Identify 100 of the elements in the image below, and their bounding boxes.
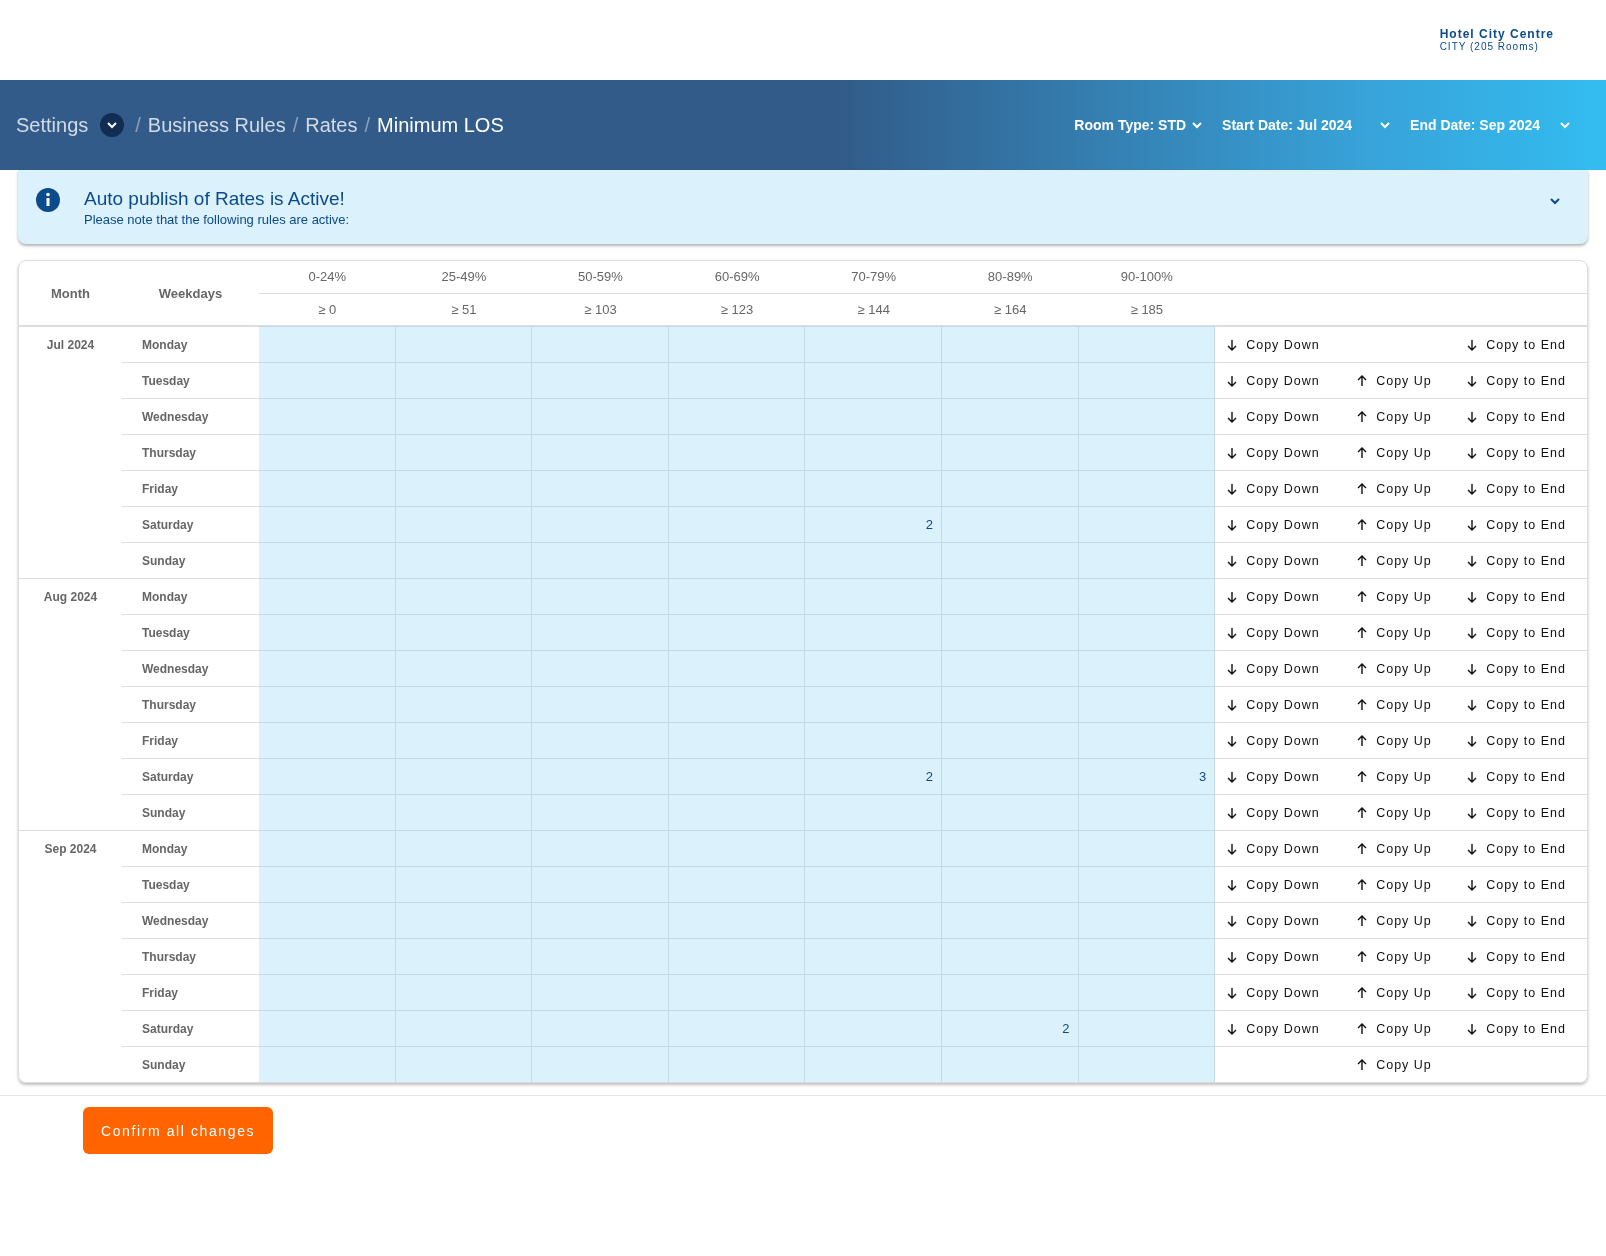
copy-button[interactable]: Copy Down [1227, 625, 1358, 640]
rule-input-cell[interactable] [259, 902, 396, 938]
rule-input-cell[interactable] [1078, 686, 1216, 722]
rule-input-cell[interactable] [259, 686, 396, 722]
copy-button[interactable]: Copy to End [1467, 445, 1566, 460]
breadcrumb-link[interactable]: Rates [305, 113, 358, 137]
copy-button[interactable]: Copy Up [1357, 841, 1468, 856]
rule-input-cell[interactable] [259, 794, 396, 830]
copy-button[interactable]: Copy to End [1467, 625, 1566, 640]
copy-button[interactable]: Copy Down [1227, 337, 1358, 352]
filter-dropdown[interactable]: Room Type: STD [1074, 117, 1205, 133]
rule-input-cell[interactable] [668, 1046, 806, 1082]
copy-button[interactable]: Copy Down [1227, 481, 1358, 496]
copy-button[interactable]: Copy to End [1467, 409, 1566, 424]
rule-input-cell[interactable] [1078, 938, 1216, 974]
copy-button[interactable]: Copy to End [1467, 985, 1566, 1000]
copy-button[interactable]: Copy Up [1357, 697, 1468, 712]
copy-button[interactable]: Copy Down [1227, 841, 1358, 856]
rule-input-cell[interactable]: 2 [805, 506, 942, 542]
copy-button[interactable]: Copy Down [1227, 589, 1358, 604]
rule-input-cell[interactable] [1078, 506, 1216, 542]
copy-button[interactable]: Copy Up [1357, 625, 1468, 640]
copy-button[interactable]: Copy Up [1357, 805, 1468, 820]
copy-button[interactable]: Copy Up [1357, 373, 1468, 388]
rule-input-cell[interactable] [1078, 578, 1216, 614]
rule-input-cell[interactable]: 3 [1078, 758, 1216, 794]
copy-button[interactable]: Copy Down [1227, 805, 1358, 820]
copy-button[interactable]: Copy Up [1357, 985, 1468, 1000]
rule-input-cell[interactable] [1078, 902, 1216, 938]
copy-button[interactable]: Copy Up [1357, 877, 1468, 892]
copy-button[interactable]: Copy to End [1467, 481, 1566, 496]
rule-input-cell[interactable] [1078, 542, 1216, 578]
rule-input-cell[interactable] [395, 1046, 533, 1082]
rule-input-cell[interactable] [259, 434, 396, 470]
rule-input-cell[interactable] [259, 542, 396, 578]
rule-input-cell[interactable] [259, 506, 396, 542]
rule-input-cell[interactable] [1078, 722, 1216, 758]
copy-button[interactable]: Copy Up [1357, 517, 1468, 532]
copy-button[interactable]: Copy to End [1467, 517, 1566, 532]
rule-input-cell[interactable] [1078, 470, 1216, 506]
copy-button[interactable]: Copy Down [1227, 409, 1358, 424]
breadcrumb-link[interactable]: Business Rules [147, 113, 286, 137]
copy-button[interactable]: Copy to End [1467, 913, 1566, 928]
rule-input-cell[interactable] [1078, 1010, 1216, 1046]
copy-button[interactable]: Copy Down [1227, 913, 1358, 928]
copy-button[interactable]: Copy Down [1227, 769, 1358, 784]
breadcrumb-link[interactable]: Settings [16, 113, 89, 137]
copy-button[interactable]: Copy Down [1227, 733, 1358, 748]
rule-input-cell[interactable]: 2 [941, 1010, 1079, 1046]
rule-input-cell[interactable] [1078, 650, 1216, 686]
copy-button[interactable]: Copy Up [1357, 949, 1468, 964]
rule-input-cell[interactable] [259, 578, 396, 614]
copy-button[interactable]: Copy Up [1357, 733, 1468, 748]
rule-input-cell[interactable] [1078, 434, 1216, 470]
copy-button[interactable]: Copy Down [1227, 949, 1358, 964]
rule-input-cell[interactable] [1078, 830, 1216, 866]
rule-input-cell[interactable] [259, 362, 396, 398]
copy-button[interactable]: Copy to End [1467, 877, 1566, 892]
copy-button[interactable]: Copy to End [1467, 949, 1566, 964]
rule-input-cell[interactable] [941, 326, 1079, 362]
rule-input-cell[interactable] [1078, 794, 1216, 830]
rule-input-cell[interactable] [259, 650, 396, 686]
copy-button[interactable]: Copy Down [1227, 553, 1358, 568]
copy-button[interactable]: Copy Up [1357, 589, 1468, 604]
rule-input-cell[interactable] [259, 470, 396, 506]
rule-input-cell[interactable] [1078, 974, 1216, 1010]
copy-button[interactable]: Copy Down [1227, 985, 1358, 1000]
rule-input-cell[interactable] [259, 722, 396, 758]
rule-input-cell[interactable] [259, 866, 396, 902]
rule-input-cell[interactable] [259, 938, 396, 974]
rule-input-cell[interactable] [532, 326, 669, 362]
rule-input-cell[interactable] [259, 1046, 396, 1082]
rule-input-cell[interactable] [668, 326, 806, 362]
rule-input-cell[interactable] [259, 830, 396, 866]
rule-input-cell[interactable] [395, 326, 533, 362]
copy-button[interactable]: Copy to End [1467, 373, 1566, 388]
copy-button[interactable]: Copy to End [1467, 841, 1566, 856]
copy-button[interactable]: Copy Up [1357, 409, 1468, 424]
copy-button[interactable]: Copy Up [1357, 481, 1468, 496]
copy-button[interactable]: Copy to End [1467, 733, 1566, 748]
rule-input-cell[interactable] [259, 326, 396, 362]
rule-input-cell[interactable] [259, 974, 396, 1010]
rule-input-cell[interactable] [1078, 1046, 1216, 1082]
copy-button[interactable]: Copy Down [1227, 1021, 1358, 1036]
copy-button[interactable]: Copy to End [1467, 769, 1566, 784]
dropdown-button[interactable] [100, 113, 125, 137]
rule-input-cell[interactable] [1078, 398, 1216, 434]
rule-input-cell[interactable] [1078, 866, 1216, 902]
rule-input-cell[interactable] [1078, 614, 1216, 650]
copy-button[interactable]: Copy to End [1467, 589, 1566, 604]
rule-input-cell[interactable] [805, 326, 942, 362]
copy-button[interactable]: Copy to End [1467, 805, 1566, 820]
copy-button[interactable]: Copy to End [1467, 553, 1566, 568]
rule-input-cell[interactable] [259, 398, 396, 434]
copy-button[interactable]: Copy Up [1357, 913, 1468, 928]
rule-input-cell[interactable] [941, 1046, 1079, 1082]
copy-button[interactable]: Copy Up [1357, 661, 1468, 676]
copy-button[interactable]: Copy Down [1227, 661, 1358, 676]
rule-input-cell[interactable] [1078, 326, 1216, 362]
rule-input-cell[interactable] [805, 1046, 942, 1082]
